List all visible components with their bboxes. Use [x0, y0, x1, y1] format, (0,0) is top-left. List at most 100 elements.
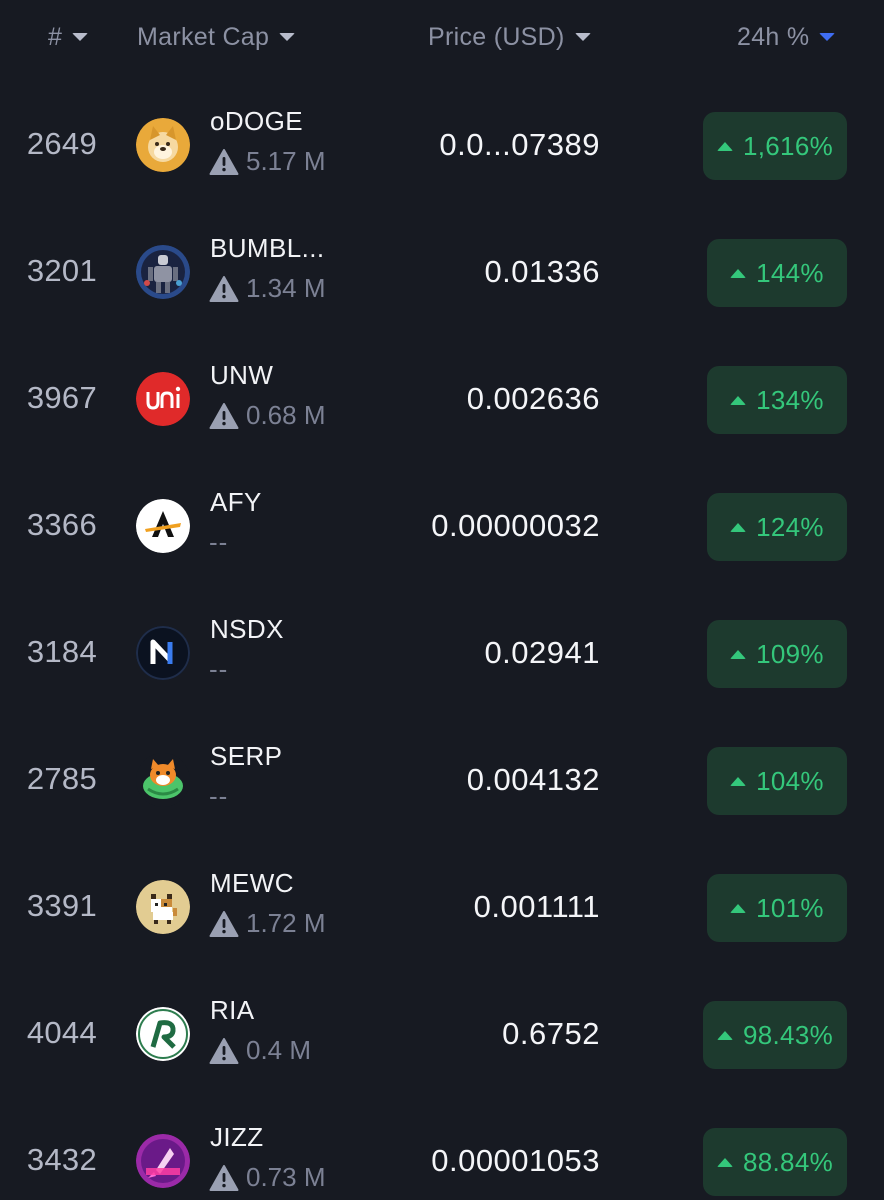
uni-red-logo-icon	[136, 372, 190, 426]
pixel-cat-logo-icon	[136, 880, 190, 934]
token-price: 0.004132	[466, 762, 600, 797]
sort-change-button[interactable]: 24h %	[737, 20, 836, 54]
market-cap-value: 0.68 M	[246, 400, 326, 430]
token-rank: 3967	[26, 380, 97, 415]
token-symbol: BUMBL...	[210, 233, 325, 263]
up-triangle-icon	[730, 522, 747, 532]
token-symbol: MEWC	[210, 868, 294, 898]
token-row[interactable]: 3366 AFY -- 0.00000032 124%	[0, 463, 884, 590]
change-value: 144%	[756, 257, 824, 288]
token-rank: 2649	[26, 126, 97, 161]
up-triangle-icon	[730, 903, 747, 913]
token-price: 0.0...07389	[439, 127, 600, 162]
token-row[interactable]: 4044 RIA 0.4 M 0.6752 98.43%	[0, 971, 884, 1098]
market-cap-cell: 1.34 M	[209, 273, 326, 304]
ria-r-logo-icon	[136, 1007, 190, 1061]
market-cap-cell: 1.72 M	[209, 908, 326, 939]
change-badge: 134%	[707, 366, 847, 434]
sort-caret-active-icon	[819, 33, 836, 41]
market-cap-cell: 0.73 M	[209, 1162, 326, 1193]
change-badge: 1,616%	[703, 112, 847, 180]
up-triangle-icon	[730, 395, 747, 405]
market-cap-value: 0.4 M	[246, 1035, 312, 1065]
token-price: 0.01336	[484, 254, 600, 289]
warning-icon	[209, 402, 239, 430]
sort-caret-icon	[72, 33, 89, 41]
token-symbol: UNW	[210, 360, 274, 390]
change-value: 124%	[756, 511, 824, 542]
change-value: 101%	[756, 892, 824, 923]
token-row[interactable]: 3391 MEWC 1.72 M 0.001111 101%	[0, 844, 884, 971]
warning-icon	[209, 910, 239, 938]
change-badge: 98.43%	[703, 1001, 847, 1069]
change-value: 1,616%	[743, 130, 833, 161]
market-cap-cell: 0.68 M	[209, 400, 326, 431]
sort-price-button[interactable]: Price (USD)	[428, 20, 591, 54]
token-price: 0.002636	[466, 381, 600, 416]
token-price: 0.6752	[502, 1016, 600, 1051]
token-rank: 2785	[26, 761, 97, 796]
robot-figure-logo-icon	[136, 245, 190, 299]
warning-icon	[209, 1037, 239, 1065]
change-value: 98.43%	[743, 1019, 833, 1050]
token-row[interactable]: 3967 UNW 0.68 M 0.002636 134%	[0, 336, 884, 463]
token-price: 0.00001053	[431, 1143, 600, 1178]
sort-rank-button[interactable]: #	[48, 20, 89, 54]
token-rank: 3391	[26, 888, 97, 923]
market-cap-value: 1.72 M	[246, 908, 326, 938]
token-row[interactable]: 3432 JIZZ 0.73 M 0.00001053 88.84%	[0, 1098, 884, 1200]
warning-icon	[209, 148, 239, 176]
token-rank: 3184	[26, 634, 97, 669]
token-list: 2649 oDOGE 5.17 M 0.0...07389 1,616% 3201 B…	[0, 82, 884, 1200]
token-symbol: oDOGE	[210, 106, 304, 136]
token-price: 0.02941	[484, 635, 600, 670]
nsdx-n-logo-icon	[136, 626, 190, 680]
market-cap-cell: 0.4 M	[209, 1035, 311, 1066]
up-triangle-icon	[730, 268, 747, 278]
change-badge: 101%	[707, 874, 847, 942]
token-price: 0.00000032	[431, 508, 600, 543]
market-cap-cell: --	[209, 654, 228, 685]
change-badge: 104%	[707, 747, 847, 815]
token-symbol: RIA	[210, 995, 255, 1025]
token-row[interactable]: 2649 oDOGE 5.17 M 0.0...07389 1,616%	[0, 82, 884, 209]
change-value: 104%	[756, 765, 824, 796]
rank-column-label: #	[48, 22, 63, 51]
market-cap-value: 0.73 M	[246, 1162, 326, 1192]
up-triangle-icon	[717, 141, 734, 151]
market-cap-value: 1.34 M	[246, 273, 326, 303]
token-price: 0.001111	[473, 889, 600, 924]
market-table: # Market Cap Price (USD) 24h % 2649 oDOG…	[0, 0, 884, 1200]
up-triangle-icon	[717, 1157, 734, 1167]
token-symbol: NSDX	[210, 614, 284, 644]
jizz-rocket-logo-icon	[136, 1134, 190, 1188]
token-symbol: AFY	[210, 487, 262, 517]
up-triangle-icon	[730, 649, 747, 659]
change-badge: 144%	[707, 239, 847, 307]
up-triangle-icon	[717, 1030, 734, 1040]
market-cap-value: 5.17 M	[246, 146, 326, 176]
warning-icon	[209, 275, 239, 303]
market-cap-cell: 5.17 M	[209, 146, 326, 177]
market-cap-cell: --	[209, 527, 228, 558]
change-badge: 124%	[707, 493, 847, 561]
sort-market-cap-button[interactable]: Market Cap	[137, 20, 296, 54]
token-row[interactable]: 3201 BUMBL... 1.34 M 0.01336 144%	[0, 209, 884, 336]
market-cap-column-label: Market Cap	[137, 22, 270, 51]
market-cap-cell: --	[209, 781, 228, 812]
market-cap-value: --	[209, 781, 229, 811]
change-badge: 88.84%	[703, 1128, 847, 1196]
token-row[interactable]: 2785 SERP -- 0.004132 104%	[0, 717, 884, 844]
token-symbol: JIZZ	[210, 1122, 264, 1152]
afy-a-logo-icon	[136, 499, 190, 553]
change-value: 134%	[756, 384, 824, 415]
price-column-label: Price (USD)	[428, 22, 565, 51]
token-rank: 3366	[26, 507, 97, 542]
warning-icon	[209, 1164, 239, 1192]
token-row[interactable]: 3184 NSDX -- 0.02941 109%	[0, 590, 884, 717]
table-header: # Market Cap Price (USD) 24h %	[0, 0, 884, 74]
change-value: 109%	[756, 638, 824, 669]
change-value: 88.84%	[743, 1146, 833, 1177]
token-rank: 3432	[26, 1142, 97, 1177]
dogecoin-shiba-logo-icon	[136, 118, 190, 172]
